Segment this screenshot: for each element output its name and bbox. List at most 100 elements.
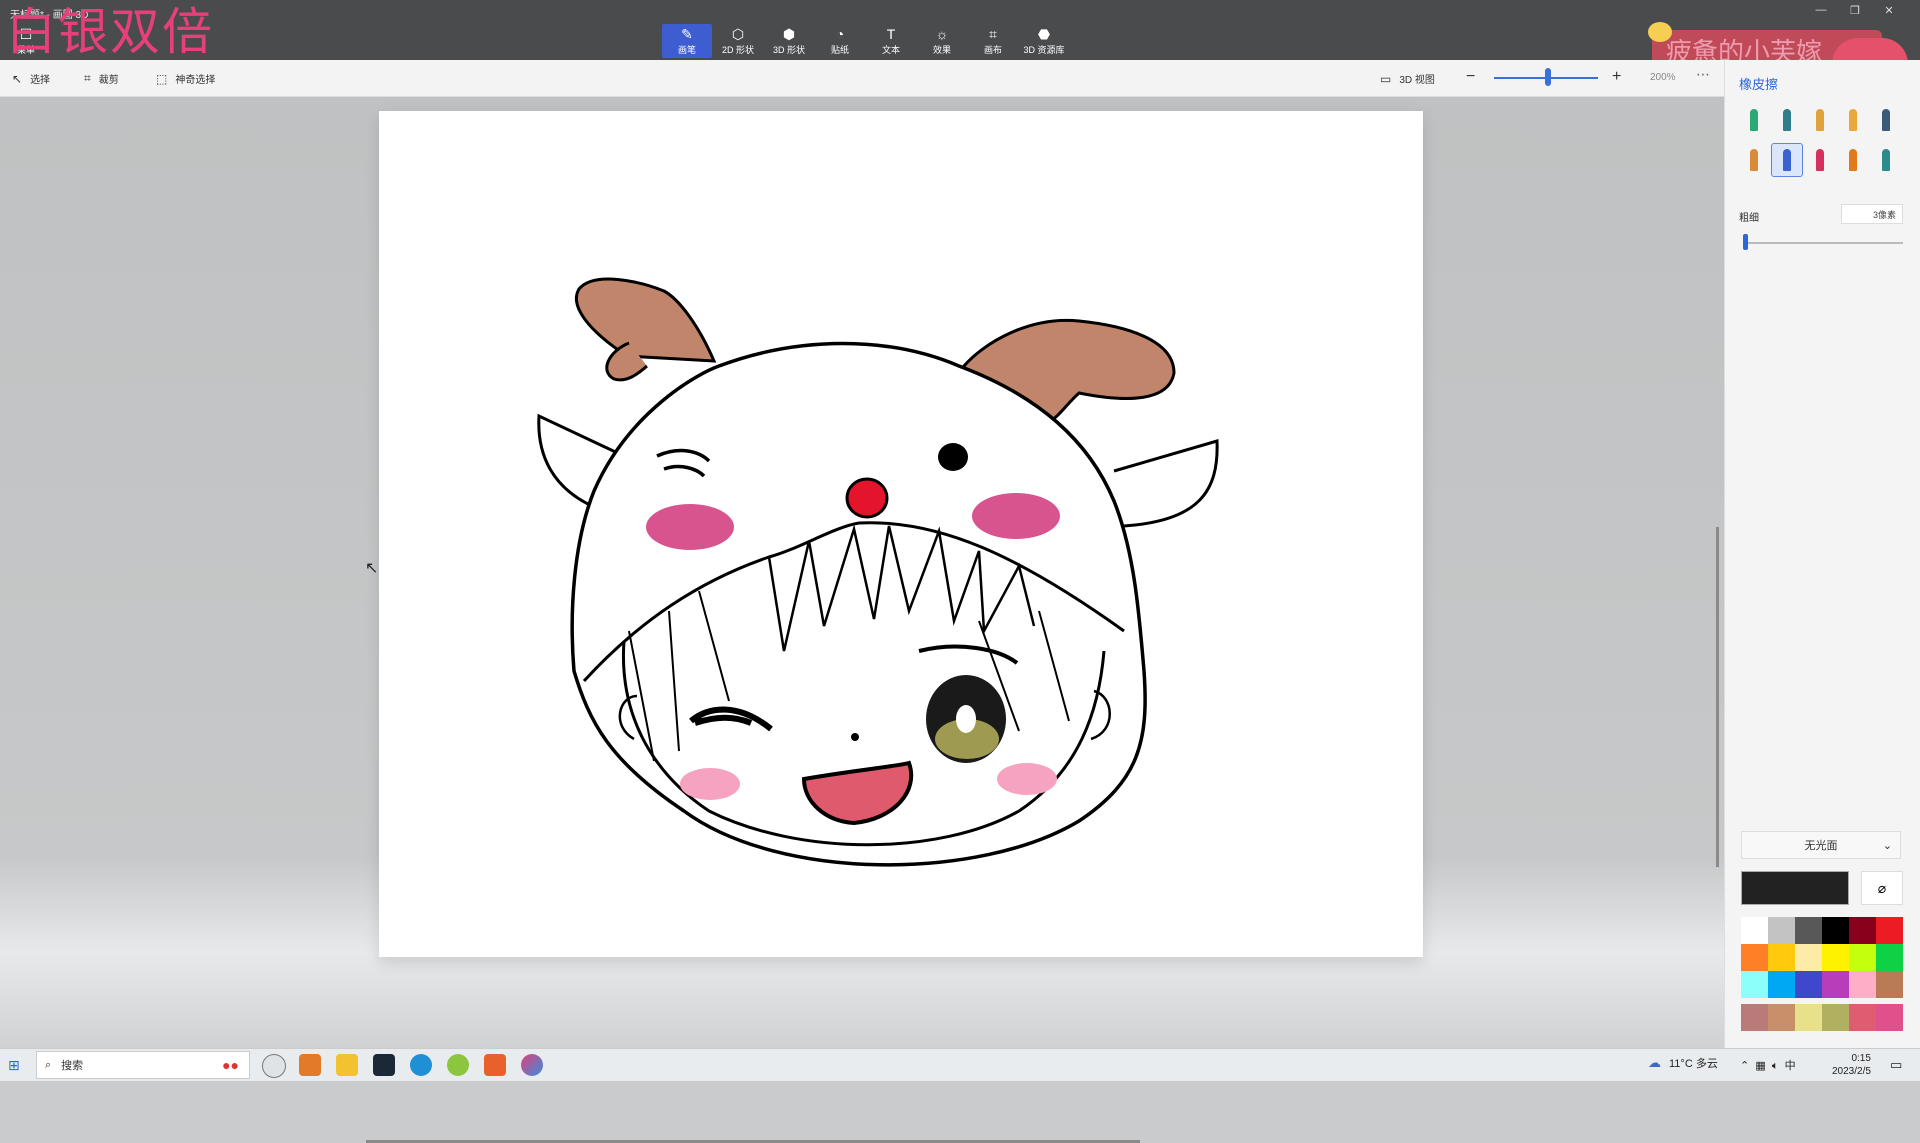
tab-sticker[interactable]: ◔ 贴纸 [815,24,865,58]
clock-date: 2023/2/5 [1832,1066,1871,1077]
crop-icon: ⌗ [84,71,91,85]
magic-select-label: 神奇选择 [175,75,216,86]
current-color-swatch[interactable] [1741,871,1849,905]
minimize-button[interactable]: — [1804,4,1838,17]
color-swatch[interactable] [1876,944,1903,971]
brush-marker[interactable] [1739,104,1769,136]
weather-text: 11°C 多云 [1669,1058,1718,1070]
ime-indicator[interactable]: 中 [1785,1060,1796,1072]
tab-effects[interactable]: ☼ 效果 [917,24,967,58]
custom-color-swatch[interactable] [1795,1004,1822,1031]
color-swatch[interactable] [1849,971,1876,998]
custom-color-swatch[interactable] [1741,1004,1768,1031]
color-swatch[interactable] [1849,944,1876,971]
tab-shape-3d[interactable]: ⬢ 3D 形状 [764,24,814,58]
view-3d-button[interactable]: ▭ 3D 视图 [1380,71,1435,87]
system-tray[interactable]: ⌃ ▦ 🔈︎ 中 [1740,1057,1796,1073]
tab-text[interactable]: T 文本 [866,24,916,58]
select-button[interactable]: ↖ 选择 [12,71,50,87]
brush-spray-can[interactable] [1838,144,1868,176]
app-icon-2[interactable] [336,1054,358,1076]
brush-pencil[interactable] [1739,144,1769,176]
brush-pixel-pen[interactable] [1871,104,1901,136]
app-icon-4[interactable] [447,1054,469,1076]
color-swatch[interactable] [1768,944,1795,971]
restore-button[interactable]: ❐ [1838,4,1872,17]
magic-select-button[interactable]: ⬚ 神奇选择 [156,71,216,87]
windows-start-icon[interactable]: ⊞ [8,1057,24,1073]
paint-3d-icon[interactable] [521,1054,543,1076]
chevron-down-icon: ⌄ [1882,840,1892,852]
brush-fill[interactable] [1871,144,1901,176]
workspace[interactable]: ↖ [0,97,1724,1143]
taskbar-search[interactable]: ⌕ 搜索 ●● [36,1051,250,1079]
clock[interactable]: 0:15 2023/2/5 [1832,1052,1871,1078]
custom-color-swatch[interactable] [1849,1004,1876,1031]
crop-button[interactable]: ⌗ 裁剪 [84,71,119,86]
brush-eraser[interactable] [1771,143,1803,177]
color-swatch[interactable] [1795,944,1822,971]
view-3d-icon: ▭ [1380,71,1392,86]
tab-shape-2d[interactable]: ⬡ 2D 形状 [713,24,763,58]
hood-eye [938,443,968,471]
brush-watercolor[interactable] [1838,104,1868,136]
color-swatch[interactable] [1768,971,1795,998]
finish-dropdown[interactable]: 无光面 ⌄ [1741,831,1901,859]
tab-brush[interactable]: ✎ 画笔 [662,24,712,58]
color-swatch[interactable] [1795,917,1822,944]
text-icon: T [886,25,896,42]
drawing [537,277,1219,867]
drawing-canvas[interactable] [379,111,1423,957]
color-swatch[interactable] [1849,917,1876,944]
tab-library-3d[interactable]: ⬣ 3D 资源库 [1019,24,1069,58]
face-blush-right [997,763,1057,795]
thickness-input[interactable]: 3像素 [1841,204,1903,224]
color-swatch[interactable] [1876,917,1903,944]
search-placeholder: 搜索 [61,1060,84,1072]
vertical-scrollbar[interactable] [1716,527,1719,867]
marker-icon [1750,109,1758,131]
watercolor-icon [1849,109,1857,131]
color-swatch[interactable] [1768,917,1795,944]
color-swatch[interactable] [1822,971,1849,998]
volume-icon[interactable]: 🔈︎ [1772,1060,1779,1072]
custom-color-swatch[interactable] [1768,1004,1795,1031]
library-3d-icon: ⬣ [1037,25,1051,42]
color-swatch[interactable] [1876,971,1903,998]
brush-oil-brush[interactable] [1805,104,1835,136]
app-icon-5[interactable] [484,1054,506,1076]
crayon-icon [1816,149,1824,171]
custom-color-swatch[interactable] [1876,1004,1903,1031]
custom-color-swatch[interactable] [1822,1004,1849,1031]
color-swatch[interactable] [1822,917,1849,944]
tab-canvas[interactable]: ⌗ 画布 [968,24,1018,58]
zoom-slider-thumb[interactable] [1545,68,1551,86]
close-button[interactable]: ✕ [1872,4,1906,17]
steam-icon[interactable] [373,1054,395,1076]
zoom-in-button[interactable]: + [1612,68,1621,86]
thickness-slider-track[interactable] [1743,242,1903,244]
left-antler [575,277,717,363]
chevron-up-icon[interactable]: ⌃ [1740,1060,1749,1072]
zoom-out-button[interactable]: − [1466,68,1475,86]
brush-calligraphy-pen[interactable] [1772,104,1802,136]
weather-widget[interactable]: ☁ 11°C 多云 [1648,1055,1718,1071]
notification-icon[interactable]: ▭ [1890,1057,1902,1073]
thickness-slider-thumb[interactable] [1743,234,1748,250]
network-icon[interactable]: ▦ [1755,1060,1765,1072]
color-swatch[interactable] [1822,944,1849,971]
color-swatch[interactable] [1795,971,1822,998]
color-swatch[interactable] [1741,971,1768,998]
more-options-icon[interactable]: ⋯ [1696,66,1710,83]
brush-crayon[interactable] [1805,144,1835,176]
app-icon-1[interactable] [299,1054,321,1076]
overlay-title: 白银双倍 [6,3,214,61]
eyedropper-icon[interactable]: ⌀ [1861,871,1903,905]
pencil-icon [1750,149,1758,171]
taskbar: ⊞ ⌕ 搜索 ●● ☁ 11°C 多云 ⌃ ▦ 🔈︎ 中 0:15 2023/2… [0,1048,1920,1081]
color-swatch[interactable] [1741,917,1768,944]
color-swatch[interactable] [1741,944,1768,971]
crop-label: 裁剪 [98,75,119,86]
cortana-icon[interactable] [262,1054,286,1078]
app-icon-3[interactable] [410,1054,432,1076]
